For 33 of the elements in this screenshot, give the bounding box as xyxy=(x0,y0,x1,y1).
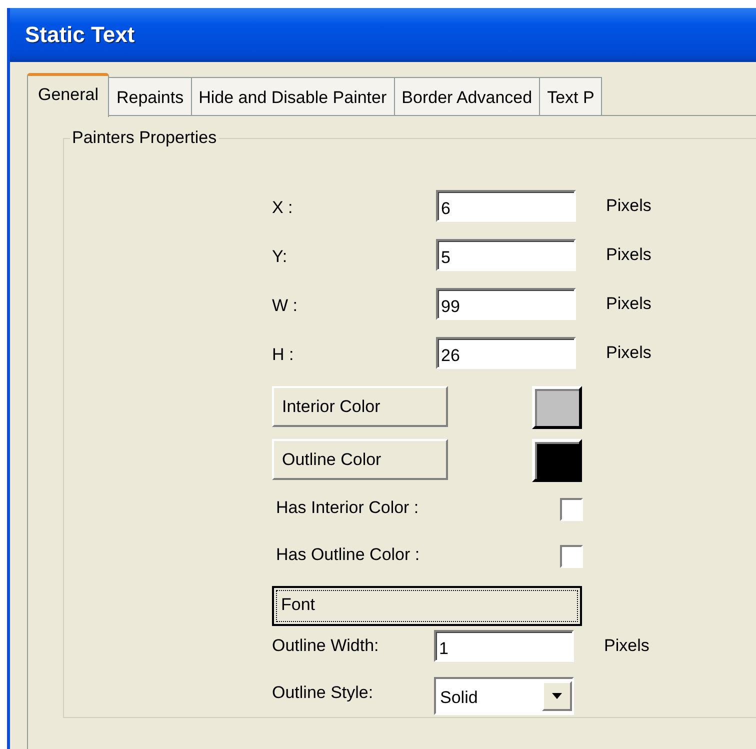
color-button[interactable]: Interior Color xyxy=(272,386,448,427)
unit-label: Pixels xyxy=(606,244,652,265)
input-field[interactable]: 6 xyxy=(436,190,576,222)
tab[interactable]: Repaints xyxy=(109,77,192,115)
tab[interactable]: General xyxy=(27,73,110,117)
checkbox-label: Has Interior Color : xyxy=(275,498,420,518)
unit-label: Pixels xyxy=(606,293,652,314)
checkbox[interactable] xyxy=(560,545,583,568)
unit-label: Pixels xyxy=(606,195,652,216)
field-label: Outline Width: xyxy=(272,635,380,656)
unit-label: Pixels xyxy=(604,635,650,656)
tab[interactable]: Hide and Disable Painter xyxy=(192,77,395,115)
style-dropdown[interactable]: Solid xyxy=(434,677,574,715)
field-label: X : xyxy=(272,197,294,218)
unit-label: Pixels xyxy=(606,342,652,363)
font-button[interactable]: Font xyxy=(272,586,582,626)
checkbox[interactable] xyxy=(560,498,583,521)
field-label: Outline Style: xyxy=(272,682,374,703)
color-swatch[interactable] xyxy=(532,439,582,482)
input-field[interactable]: 5 xyxy=(436,239,576,271)
checkbox-label: Has Outline Color : xyxy=(275,545,421,565)
tab[interactable]: Text P xyxy=(540,77,602,115)
field-label: W : xyxy=(272,295,298,316)
group-title: Painters Properties xyxy=(71,128,218,148)
color-swatch[interactable] xyxy=(532,386,582,429)
input-field[interactable]: 99 xyxy=(436,288,576,320)
tab[interactable]: Border Advanced xyxy=(394,77,540,115)
field-label: H : xyxy=(272,344,295,365)
input-field[interactable]: 1 xyxy=(434,630,574,662)
field-label: Y: xyxy=(272,246,288,267)
color-button[interactable]: Outline Color xyxy=(272,439,448,480)
input-field[interactable]: 26 xyxy=(436,337,576,369)
window-title: Static Text xyxy=(25,22,135,48)
